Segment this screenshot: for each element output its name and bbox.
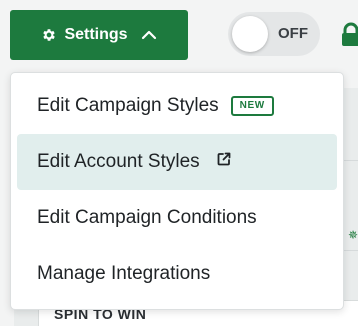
menu-item-label: Manage Integrations <box>37 263 211 284</box>
page: ✵ SPIN TO WIN Settings OFF Edit Campaign… <box>0 0 358 326</box>
gear-icon <box>41 27 57 43</box>
menu-item-edit-campaign-styles[interactable]: Edit Campaign Styles NEW <box>17 78 337 134</box>
toggle-state-label: OFF <box>278 25 308 42</box>
chevron-up-icon <box>141 29 157 41</box>
menu-item-label: Edit Account Styles <box>37 151 200 172</box>
background-edge-icon: ✵ <box>348 228 358 242</box>
menu-item-edit-campaign-conditions[interactable]: Edit Campaign Conditions <box>17 190 337 246</box>
toggle-knob <box>232 16 268 52</box>
settings-button[interactable]: Settings <box>10 10 188 60</box>
menu-item-manage-integrations[interactable]: Manage Integrations <box>17 246 337 302</box>
campaign-status-toggle[interactable]: OFF <box>228 12 320 56</box>
menu-item-edit-account-styles[interactable]: Edit Account Styles <box>17 134 337 190</box>
settings-button-label: Settings <box>64 26 128 43</box>
new-badge: NEW <box>230 96 274 116</box>
menu-item-label: Edit Campaign Styles <box>37 95 219 116</box>
menu-item-label: Edit Campaign Conditions <box>37 207 257 228</box>
settings-dropdown-menu: Edit Campaign Styles NEW Edit Account St… <box>10 72 344 310</box>
lock-icon[interactable] <box>340 22 358 53</box>
external-link-icon <box>216 151 232 173</box>
